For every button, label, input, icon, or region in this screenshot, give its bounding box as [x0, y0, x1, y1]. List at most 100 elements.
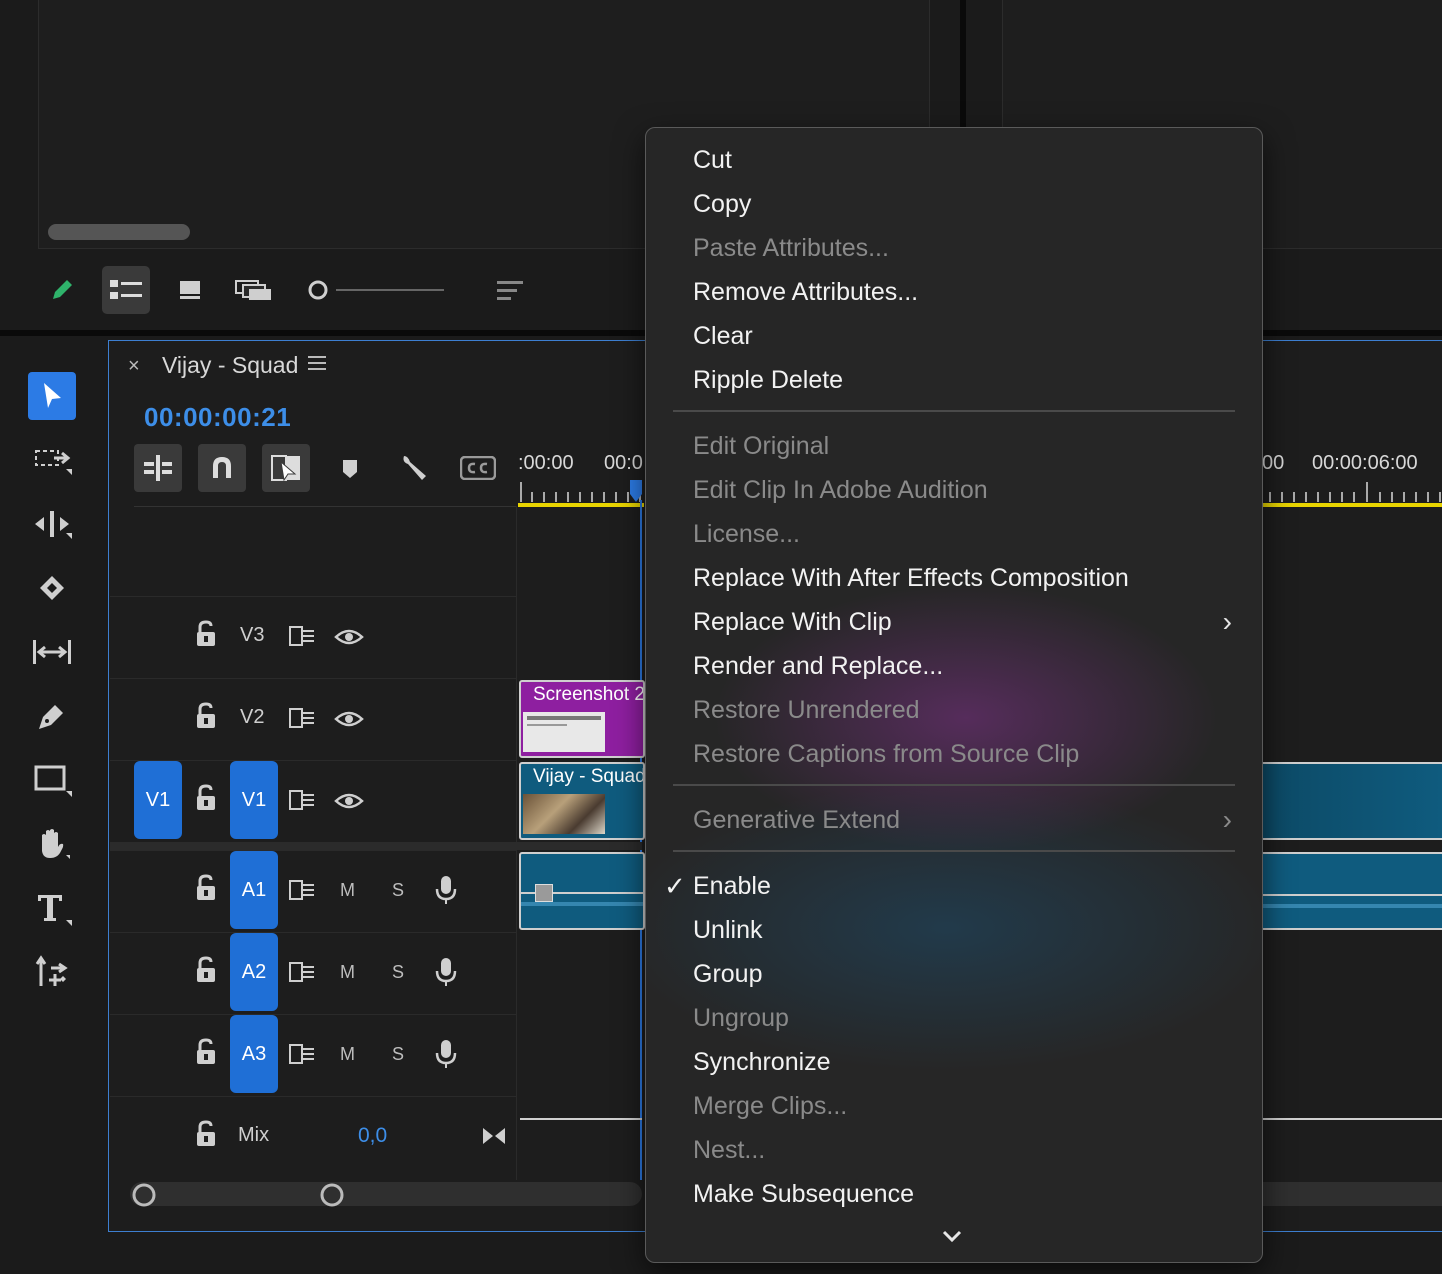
- add-marker-icon[interactable]: [336, 454, 364, 482]
- sort-icon[interactable]: [492, 272, 528, 308]
- ruler-label-1: 00:0: [604, 452, 643, 474]
- menu-item-nest: Nest...: [693, 1136, 766, 1164]
- microphone-icon[interactable]: [434, 874, 458, 906]
- playhead-icon[interactable]: [629, 480, 643, 502]
- menu-item-restore-captions: Restore Captions from Source Clip: [693, 740, 1080, 768]
- track-target-a1[interactable]: A1: [230, 851, 278, 929]
- lock-icon[interactable]: [194, 956, 220, 986]
- menu-item-cut[interactable]: Cut: [693, 140, 732, 180]
- menu-item-make-subsequence[interactable]: Make Subsequence: [693, 1174, 914, 1214]
- lock-icon[interactable]: [194, 1038, 220, 1068]
- sync-lock-icon[interactable]: [288, 788, 316, 814]
- horizontal-scrollbar[interactable]: [48, 224, 190, 240]
- work-area-bar[interactable]: [518, 503, 644, 507]
- sync-lock-icon[interactable]: [288, 706, 316, 732]
- eye-icon[interactable]: [334, 790, 364, 812]
- time-ruler-left[interactable]: [518, 478, 644, 504]
- track-target-v1[interactable]: V1: [230, 761, 278, 839]
- rectangle-tool-icon[interactable]: [28, 756, 76, 804]
- mute-button[interactable]: M: [340, 962, 355, 983]
- solo-button[interactable]: S: [392, 1044, 404, 1065]
- sequence-tab-title[interactable]: Vijay - Squad: [162, 350, 298, 380]
- sync-lock-icon[interactable]: [288, 624, 316, 650]
- menu-item-copy[interactable]: Copy: [693, 184, 751, 224]
- playhead-line[interactable]: [640, 500, 642, 1180]
- captions-icon[interactable]: [459, 455, 497, 482]
- menu-item-enable[interactable]: Enable: [693, 866, 771, 906]
- pencil-icon[interactable]: [44, 270, 80, 310]
- menu-item-synchronize[interactable]: Synchronize: [693, 1042, 831, 1082]
- clip-screenshot[interactable]: Screenshot 2: [519, 680, 645, 758]
- menu-item-replace-with-clip[interactable]: Replace With Clip: [693, 602, 892, 642]
- video-audio-divider[interactable]: [110, 842, 642, 850]
- sync-lock-icon[interactable]: [288, 878, 316, 904]
- lock-icon[interactable]: [194, 1120, 220, 1150]
- nest-sequence-icon[interactable]: [134, 444, 182, 492]
- list-view-icon[interactable]: [102, 266, 150, 314]
- time-ruler-right[interactable]: [1262, 478, 1442, 504]
- microphone-icon[interactable]: [434, 1038, 458, 1070]
- work-area-bar-right[interactable]: [1262, 503, 1442, 507]
- track-target-a2[interactable]: A2: [230, 933, 278, 1011]
- clip-video-continued[interactable]: [1262, 762, 1442, 840]
- clip-thumbnail: [523, 794, 605, 834]
- track-label-v2: V2: [240, 706, 265, 728]
- lock-icon[interactable]: [194, 702, 220, 732]
- menu-item-render-and-replace[interactable]: Render and Replace...: [693, 646, 943, 686]
- submenu-chevron-right-icon: ›: [1222, 606, 1232, 637]
- mute-button[interactable]: M: [340, 1044, 355, 1065]
- sync-lock-icon[interactable]: [288, 1042, 316, 1068]
- freeform-view-icon[interactable]: [232, 270, 276, 310]
- menu-item-replace-ae-composition[interactable]: Replace With After Effects Composition: [693, 558, 1129, 598]
- mix-volume-line[interactable]: [520, 1118, 642, 1120]
- track-select-tool-icon[interactable]: [28, 436, 76, 484]
- menu-item-unlink[interactable]: Unlink: [693, 910, 762, 950]
- clip-audio[interactable]: [519, 852, 645, 930]
- icon-view-icon[interactable]: [170, 270, 210, 310]
- ripple-edit-tool-icon[interactable]: [28, 500, 76, 548]
- go-to-in-out-icon[interactable]: [480, 1124, 508, 1150]
- close-tab-icon[interactable]: ×: [128, 352, 148, 380]
- scroll-handle-left[interactable]: [132, 1183, 156, 1207]
- scroll-down-chevron-icon[interactable]: [936, 1222, 968, 1250]
- mix-volume-line-right[interactable]: [1262, 1118, 1442, 1120]
- source-patch-v1[interactable]: V1: [134, 761, 182, 839]
- hand-tool-icon[interactable]: [28, 820, 76, 868]
- snap-magnet-icon[interactable]: [198, 444, 246, 492]
- lock-icon[interactable]: [194, 620, 220, 650]
- pen-tool-icon[interactable]: [28, 692, 76, 740]
- selection-tool-icon[interactable]: [28, 372, 76, 420]
- timeline-zoom-scrollbar-right[interactable]: [1262, 1182, 1442, 1206]
- solo-button[interactable]: S: [392, 880, 404, 901]
- menu-item-paste-attributes: Paste Attributes...: [693, 234, 889, 262]
- menu-item-ungroup: Ungroup: [693, 1004, 789, 1032]
- scroll-handle-right[interactable]: [320, 1183, 344, 1207]
- lock-icon[interactable]: [194, 784, 220, 814]
- linked-selection-icon[interactable]: [262, 444, 310, 492]
- solo-button[interactable]: S: [392, 962, 404, 983]
- wrench-settings-icon[interactable]: [398, 452, 430, 484]
- remix-tool-icon[interactable]: [28, 948, 76, 996]
- slip-tool-icon[interactable]: [28, 628, 76, 676]
- microphone-icon[interactable]: [434, 956, 458, 988]
- menu-item-clear[interactable]: Clear: [693, 316, 753, 356]
- menu-item-group[interactable]: Group: [693, 954, 762, 994]
- clip-audio-continued[interactable]: [1262, 852, 1442, 930]
- tab-menu-icon[interactable]: [308, 354, 330, 376]
- menu-item-ripple-delete[interactable]: Ripple Delete: [693, 360, 843, 400]
- mute-button[interactable]: M: [340, 880, 355, 901]
- lock-icon[interactable]: [194, 874, 220, 904]
- playhead-timecode[interactable]: 00:00:00:21: [144, 400, 291, 434]
- clip-video[interactable]: Vijay - Squad: [519, 762, 645, 840]
- zoom-slider[interactable]: [306, 278, 446, 302]
- eye-icon[interactable]: [334, 708, 364, 730]
- mix-volume-value[interactable]: 0,0: [358, 1124, 387, 1148]
- type-tool-icon[interactable]: [28, 884, 76, 932]
- ruler-label-start: :00:00: [518, 452, 574, 474]
- track-target-a3[interactable]: A3: [230, 1015, 278, 1093]
- timeline-zoom-scrollbar[interactable]: [130, 1182, 642, 1206]
- menu-item-remove-attributes[interactable]: Remove Attributes...: [693, 272, 918, 312]
- sync-lock-icon[interactable]: [288, 960, 316, 986]
- razor-tool-icon[interactable]: [28, 564, 76, 612]
- eye-icon[interactable]: [334, 626, 364, 648]
